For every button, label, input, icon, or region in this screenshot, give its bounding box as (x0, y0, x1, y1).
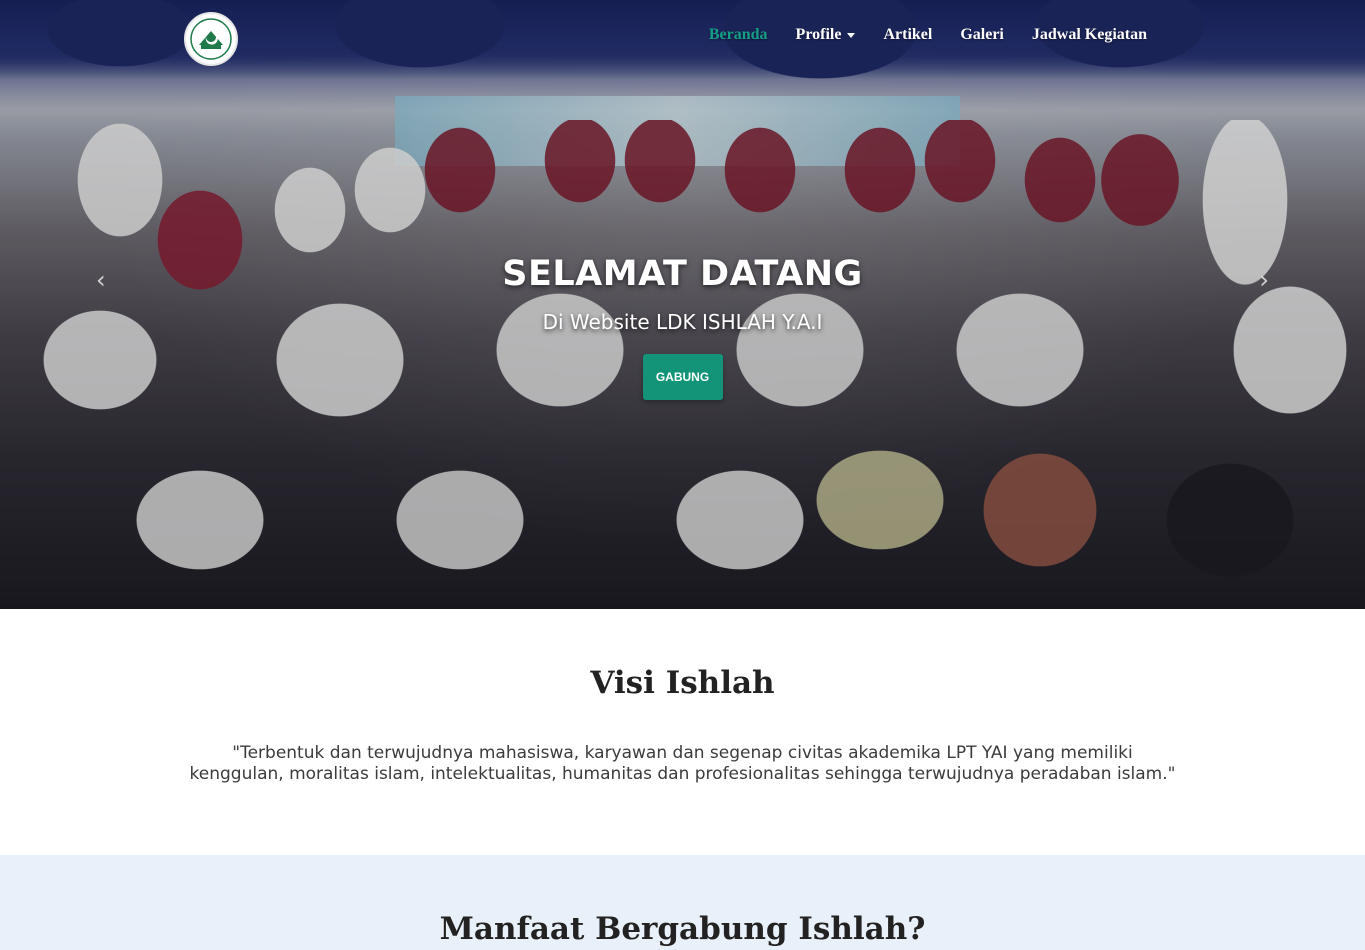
nav-beranda[interactable]: Beranda (695, 26, 782, 44)
manfaat-section: Manfaat Bergabung Ishlah? (0, 855, 1365, 950)
main-navbar: Beranda Profile Artikel Galeri Jadwal Ke… (0, 0, 1365, 76)
site-logo[interactable] (184, 12, 238, 66)
caret-down-icon (847, 32, 856, 38)
ishlah-logo-icon (190, 18, 232, 60)
nav-links: Beranda Profile Artikel Galeri Jadwal Ke… (695, 26, 1161, 44)
manfaat-title: Manfaat Bergabung Ishlah? (439, 911, 926, 947)
hero-carousel: Beranda Profile Artikel Galeri Jadwal Ke… (0, 0, 1365, 609)
hero-subtitle: Di Website LDK ISHLAH Y.A.I (542, 310, 823, 334)
hero-caption: SELAMAT DATANG Di Website LDK ISHLAH Y.A… (0, 254, 1365, 400)
nav-jadwal-kegiatan[interactable]: Jadwal Kegiatan (1018, 26, 1161, 44)
hero-title: SELAMAT DATANG (502, 254, 863, 294)
visi-text: "Terbentuk dan terwujudnya mahasiswa, ka… (189, 743, 1176, 784)
visi-title: Visi Ishlah (590, 665, 775, 701)
nav-galeri[interactable]: Galeri (946, 26, 1018, 44)
visi-section: Visi Ishlah "Terbentuk dan terwujudnya m… (0, 609, 1365, 855)
nav-profile-label: Profile (795, 26, 842, 43)
nav-artikel[interactable]: Artikel (869, 26, 946, 44)
nav-profile-dropdown[interactable]: Profile (782, 26, 870, 44)
join-button[interactable]: GABUNG (642, 354, 723, 400)
